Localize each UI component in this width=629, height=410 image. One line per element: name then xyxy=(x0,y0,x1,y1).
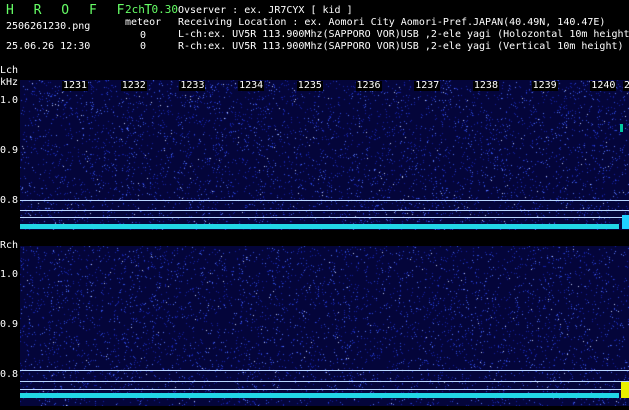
minute-label: 1238 xyxy=(472,80,499,91)
channel-info: 2ch 0.30 xyxy=(125,3,178,16)
date-time: 25.06.26 12:30 xyxy=(6,41,91,52)
minute-label: 1231 xyxy=(62,80,89,91)
minute-label: 1232 xyxy=(120,80,147,91)
minute-label: 1240 xyxy=(590,80,617,91)
lch-marker-line xyxy=(20,200,629,201)
rch-marker-line xyxy=(20,381,629,382)
lch-signal-bar xyxy=(620,124,623,132)
rch-info-line: R-ch:ex. UV5R 113.900Mhz(SAPPORO VOR)USB… xyxy=(178,41,624,52)
location-line: Receiving Location : ex. Aomori City Aom… xyxy=(178,17,606,28)
rch-spectrogram xyxy=(20,246,629,406)
file-name: 2506261230.png xyxy=(6,21,91,32)
lch-signal-bar xyxy=(622,215,629,229)
rch-y-0-8: 0.8 xyxy=(0,369,19,380)
lch-unit: kHz xyxy=(0,77,19,88)
minute-label: 1236 xyxy=(355,80,382,91)
lch-y-0-8: 0.8 xyxy=(0,195,19,206)
rch-y-1-0: 1.0 xyxy=(0,269,19,280)
minute-label: 1237 xyxy=(414,80,441,91)
rch-label: Rch xyxy=(0,240,19,251)
lch-noise-floor xyxy=(20,224,619,229)
minute-label: 2 xyxy=(623,81,629,91)
rch-marker-line xyxy=(20,370,629,371)
minute-label: 1233 xyxy=(179,80,206,91)
lch-marker-line xyxy=(20,210,629,211)
observer-line: Ovserver : ex. JR7CYX [ kid ] xyxy=(178,5,353,16)
count-lch: 0 xyxy=(140,30,147,41)
lch-label: Lch xyxy=(0,65,19,76)
rch-signal-bar xyxy=(621,382,629,398)
lch-y-1-0: 1.0 xyxy=(0,95,19,106)
minute-label: 1234 xyxy=(238,80,265,91)
count-rch: 0 xyxy=(140,41,147,52)
minute-label: 1239 xyxy=(531,80,558,91)
lch-info-line: L-ch:ex. UV5R 113.900Mhz(SAPPORO VOR)USB… xyxy=(178,29,629,40)
lch-spectrogram xyxy=(20,80,629,230)
rch-noise-floor xyxy=(20,393,619,398)
minute-label: 1235 xyxy=(296,80,323,91)
lch-minute-ticks: 1231 1232 1233 1234 1235 1236 1237 1238 1239 1240… xyxy=(20,80,629,92)
event-label: meteor xyxy=(125,17,162,28)
rch-marker-line xyxy=(20,389,629,390)
lch-y-0-9: 0.9 xyxy=(0,145,19,156)
rch-y-0-9: 0.9 xyxy=(0,319,19,330)
lch-marker-line xyxy=(20,217,629,218)
